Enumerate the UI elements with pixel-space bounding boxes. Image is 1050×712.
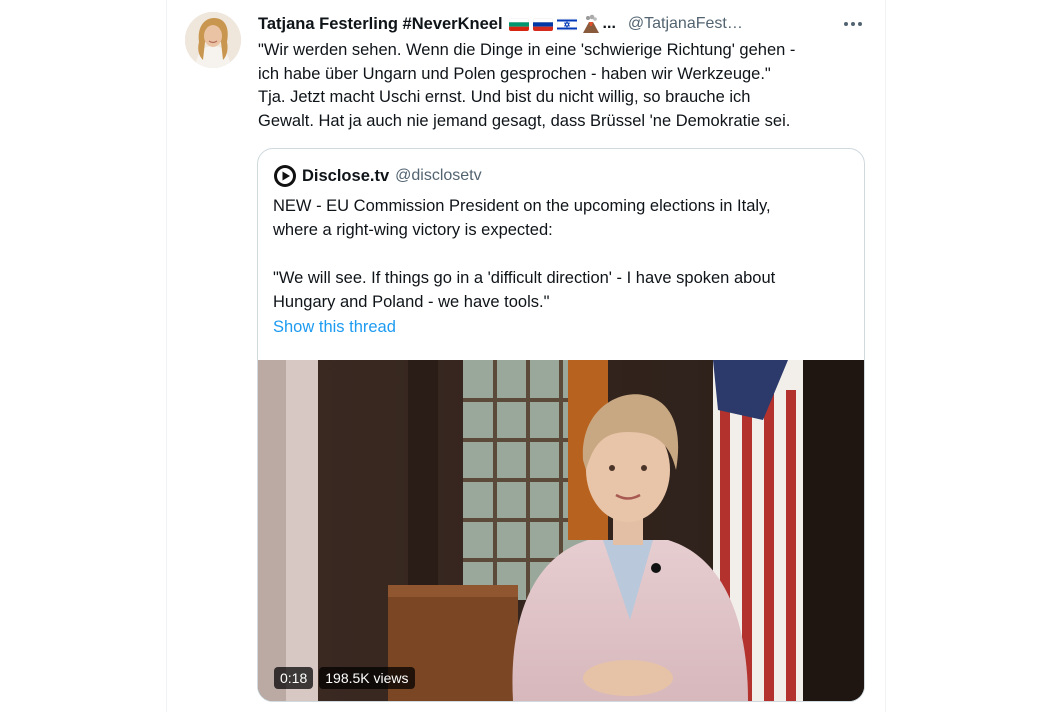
tweet-header: Tatjana Festerling #NeverKneel ... @Tatj… xyxy=(258,12,868,36)
quoted-text-line: Hungary and Poland - we have tools." xyxy=(273,293,550,311)
video-duration: 0:18 xyxy=(274,667,314,689)
author-handle[interactable]: @TatjanaFest… xyxy=(628,15,743,33)
author-avatar[interactable] xyxy=(185,12,241,68)
bulgaria-flag-icon xyxy=(508,17,529,31)
name-overflow-ellipsis: ... xyxy=(602,15,616,32)
russia-flag-icon xyxy=(532,17,553,31)
quoted-handle[interactable]: @disclosetv xyxy=(395,167,482,185)
tweet-text-line: "Wir werden sehen. Wenn die Dinge in ein… xyxy=(258,41,796,59)
quoted-tweet-header: Disclose.tv @disclosetv xyxy=(273,164,482,188)
video-frame xyxy=(258,360,864,701)
quoted-display-name[interactable]: Disclose.tv xyxy=(302,167,389,186)
tweet-text-line: ich habe über Ungarn und Polen gesproche… xyxy=(258,64,771,83)
more-horizontal-icon[interactable] xyxy=(840,12,866,36)
quoted-text-line: where a right-wing victory is expected: xyxy=(273,221,553,239)
israel-flag-icon xyxy=(556,17,577,31)
tweet-text: "Wir werden sehen. Wenn die Dinge in ein… xyxy=(258,39,868,133)
quoted-text-line: "We will see. If things go in a 'difficu… xyxy=(273,269,776,287)
show-thread-link[interactable]: Show this thread xyxy=(273,318,396,337)
quoted-tweet-text: NEW - EU Commission President on the upc… xyxy=(273,194,853,314)
author-display-name[interactable]: Tatjana Festerling #NeverKneel xyxy=(258,15,503,34)
quoted-tweet-card[interactable]: Disclose.tv @disclosetv NEW - EU Commiss… xyxy=(257,148,865,702)
video-view-count: 198.5K views xyxy=(319,667,415,689)
tweet-text-line: Gewalt. Hat ja auch nie jemand gesagt, d… xyxy=(258,111,791,130)
quoted-text-line: NEW - EU Commission President on the upc… xyxy=(273,197,771,215)
name-emoji-group xyxy=(508,14,601,34)
volcano-icon xyxy=(581,14,601,34)
video-overlay-badges: 0:18 198.5K views xyxy=(274,667,415,689)
disclose-logo-icon xyxy=(273,164,297,188)
quoted-text-line xyxy=(273,242,853,266)
video-player[interactable]: 0:18 198.5K views xyxy=(258,360,864,701)
tweet-text-line: Tja. Jetzt macht Uschi ernst. Und bist d… xyxy=(258,88,751,106)
